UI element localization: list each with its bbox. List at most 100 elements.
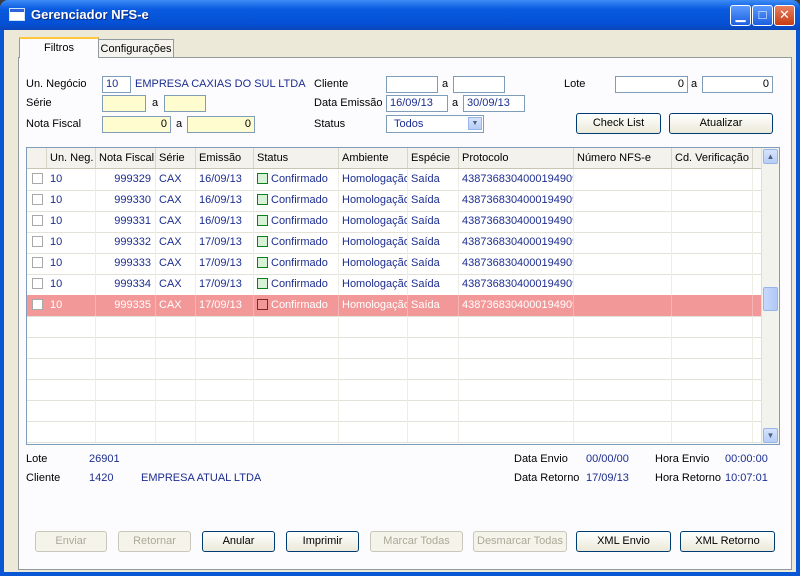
nota-fiscal-to-input[interactable]: 0 xyxy=(187,116,255,133)
empty-cell xyxy=(408,421,459,442)
empty-cell xyxy=(196,400,254,421)
title-bar[interactable]: Gerenciador NFS-e ▁ □ ✕ xyxy=(0,0,800,30)
lote-from-input[interactable]: 0 xyxy=(615,76,688,93)
cell-un: 10 xyxy=(47,253,96,274)
row-checkbox[interactable] xyxy=(32,194,43,205)
hora-envio-value: 00:00:00 xyxy=(725,453,768,465)
header-protocolo[interactable]: Protocolo xyxy=(459,148,574,168)
scroll-up-icon[interactable]: ▲ xyxy=(763,149,778,164)
header-nota-fiscal[interactable]: Nota Fiscal xyxy=(96,148,156,168)
close-icon: ✕ xyxy=(779,7,790,22)
nota-fiscal-from-input[interactable]: 0 xyxy=(102,116,171,133)
maximize-button[interactable]: □ xyxy=(752,5,773,26)
empty-cell xyxy=(156,316,196,337)
empty-cell xyxy=(339,421,408,442)
row-checkbox[interactable] xyxy=(32,173,43,184)
header-emissao[interactable]: Emissão xyxy=(196,148,254,168)
header-especie[interactable]: Espécie xyxy=(408,148,459,168)
empty-cell xyxy=(254,400,339,421)
hora-envio-label: Hora Envio xyxy=(655,453,710,465)
serie-from-input[interactable] xyxy=(102,95,146,112)
cliente-from-input[interactable] xyxy=(386,76,438,93)
header-numero-nfse[interactable]: Número NFS-e xyxy=(574,148,672,168)
imprimir-button[interactable]: Imprimir xyxy=(286,531,359,552)
cell-nota: 999331 xyxy=(96,211,156,232)
un-negocio-input[interactable]: 10 xyxy=(102,76,131,93)
header-serie[interactable]: Série xyxy=(156,148,196,168)
table-row[interactable]: 10 999329 CAX 16/09/13 Confirmado Homologação… xyxy=(27,169,763,191)
cell-status: Confirmado xyxy=(254,232,339,253)
empty-cell xyxy=(339,358,408,379)
xml-retorno-button[interactable]: XML Retorno xyxy=(680,531,775,552)
status-indicator-icon xyxy=(257,173,268,184)
retornar-button[interactable]: Retornar xyxy=(118,531,191,552)
row-checkbox[interactable] xyxy=(32,236,43,247)
xml-envio-button[interactable]: XML Envio xyxy=(576,531,671,552)
enviar-button[interactable]: Enviar xyxy=(35,531,107,552)
cliente-info-name: EMPRESA ATUAL LTDA xyxy=(141,472,262,484)
lote-to-input[interactable]: 0 xyxy=(702,76,773,93)
table-row[interactable]: 10 999335 CAX 17/09/13 Confirmado Homologação… xyxy=(27,295,763,317)
empty-cell xyxy=(574,400,672,421)
table-row[interactable]: 10 999330 CAX 16/09/13 Confirmado Homologação… xyxy=(27,190,763,212)
cell-emissao: 16/09/13 xyxy=(196,169,254,190)
check-list-button[interactable]: Check List xyxy=(576,113,661,134)
cell-especie: Saída xyxy=(408,169,459,190)
cell-cd xyxy=(672,211,753,232)
scroll-down-icon[interactable]: ▼ xyxy=(763,428,778,443)
cell-emissao: 17/09/13 xyxy=(196,295,254,316)
nota-fiscal-label: Nota Fiscal xyxy=(26,118,82,130)
empty-cell xyxy=(459,379,574,400)
cell-especie: Saída xyxy=(408,232,459,253)
hora-retorno-value: 10:07:01 xyxy=(725,472,768,484)
cliente-to-input[interactable] xyxy=(453,76,505,93)
cell-numero xyxy=(574,253,672,274)
row-checkbox[interactable] xyxy=(32,278,43,289)
window-title: Gerenciador NFS-e xyxy=(31,7,149,22)
chevron-down-icon[interactable]: ▼ xyxy=(468,117,482,130)
data-emissao-to-input[interactable]: 30/09/13 xyxy=(463,95,525,112)
header-status[interactable]: Status xyxy=(254,148,339,168)
anular-button[interactable]: Anular xyxy=(202,531,275,552)
table-row[interactable]: 10 999333 CAX 17/09/13 Confirmado Homologação… xyxy=(27,253,763,275)
cell-ambiente: Homologação xyxy=(339,169,408,190)
cell-un: 10 xyxy=(47,190,96,211)
minimize-button[interactable]: ▁ xyxy=(730,5,751,26)
grid-vertical-scrollbar[interactable]: ▲ ▼ xyxy=(761,148,779,444)
data-emissao-from-input[interactable]: 16/09/13 xyxy=(386,95,448,112)
nfse-grid[interactable]: Un. Neg. Nota Fiscal Série Emissão Statu… xyxy=(26,147,780,445)
cell-cd xyxy=(672,295,753,316)
row-checkbox[interactable] xyxy=(32,299,43,310)
row-checkbox[interactable] xyxy=(32,257,43,268)
cell-ambiente: Homologação xyxy=(339,295,408,316)
empty-cell xyxy=(408,316,459,337)
close-button[interactable]: ✕ xyxy=(774,5,795,26)
tab-configuracoes[interactable]: Configurações xyxy=(98,39,174,58)
empty-cell xyxy=(96,379,156,400)
tab-filtros[interactable]: Filtros xyxy=(19,37,99,58)
serie-to-input[interactable] xyxy=(164,95,206,112)
desmarcar-todas-button[interactable]: Desmarcar Todas xyxy=(473,531,567,552)
empty-cell xyxy=(156,421,196,442)
cell-serie: CAX xyxy=(156,232,196,253)
atualizar-button[interactable]: Atualizar xyxy=(669,113,773,134)
status-select[interactable]: Todos ▼ xyxy=(386,115,484,133)
empty-cell xyxy=(96,421,156,442)
cell-serie: CAX xyxy=(156,295,196,316)
row-checkbox[interactable] xyxy=(32,215,43,226)
status-indicator-icon xyxy=(257,236,268,247)
empty-cell xyxy=(156,337,196,358)
table-row[interactable]: 10 999331 CAX 16/09/13 Confirmado Homologação… xyxy=(27,211,763,233)
header-ambiente[interactable]: Ambiente xyxy=(339,148,408,168)
empty-cell xyxy=(408,379,459,400)
cell-status: Confirmado xyxy=(254,211,339,232)
table-row[interactable]: 10 999334 CAX 17/09/13 Confirmado Homologação… xyxy=(27,274,763,296)
header-un-neg[interactable]: Un. Neg. xyxy=(47,148,96,168)
lote-info-label: Lote xyxy=(26,453,48,465)
cell-un: 10 xyxy=(47,232,96,253)
scroll-thumb[interactable] xyxy=(763,287,778,311)
marcar-todas-button[interactable]: Marcar Todas xyxy=(370,531,463,552)
cell-ambiente: Homologação xyxy=(339,211,408,232)
header-cd-verificacao[interactable]: Cd. Verificação xyxy=(672,148,753,168)
table-row[interactable]: 10 999332 CAX 17/09/13 Confirmado Homologação… xyxy=(27,232,763,254)
